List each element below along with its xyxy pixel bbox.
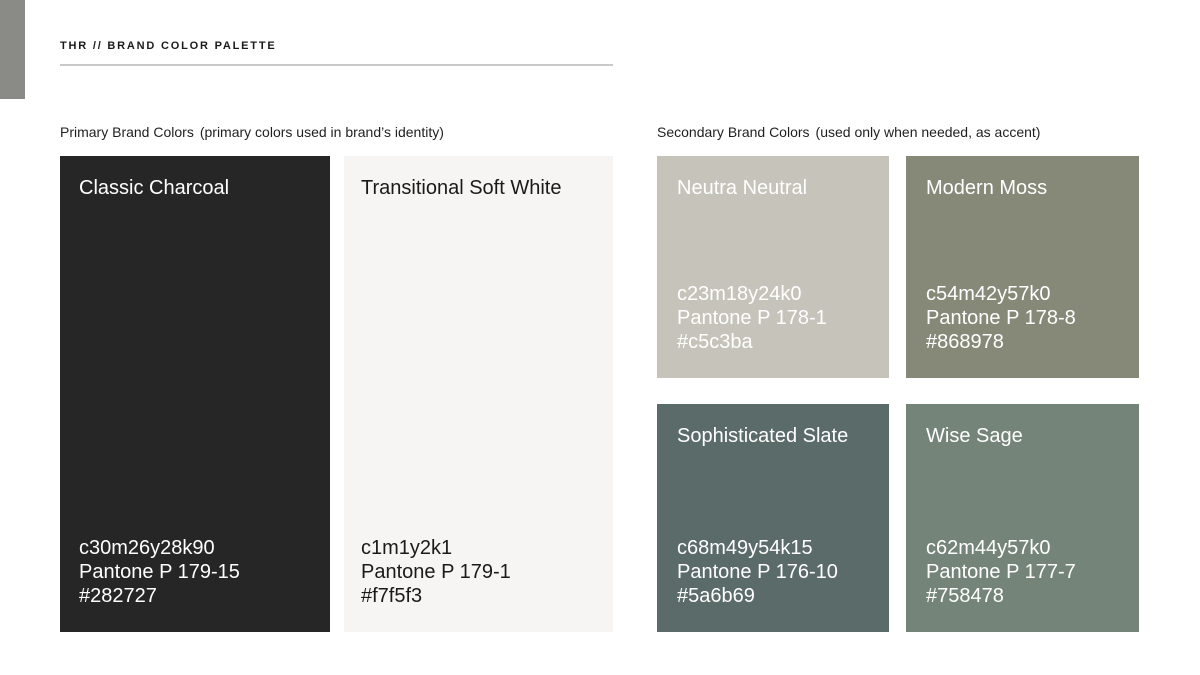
swatch-pantone: Pantone P 176-10 bbox=[677, 561, 838, 583]
swatch-name: Modern Moss bbox=[926, 177, 1048, 199]
swatch-pantone: Pantone P 178-8 bbox=[926, 307, 1076, 329]
swatch-hex: #5a6b69 bbox=[677, 585, 755, 607]
swatch-name: Sophisticated Slate bbox=[677, 425, 849, 447]
swatch-name: Classic Charcoal bbox=[79, 177, 230, 199]
swatch-hex: #f7f5f3 bbox=[361, 585, 423, 607]
swatch-codes: c54m42y57k0 Pantone P 178-8 #868978 bbox=[926, 282, 1076, 354]
swatch-codes: c62m44y57k0 Pantone P 177-7 #758478 bbox=[926, 536, 1076, 608]
swatch-name: Wise Sage bbox=[926, 425, 1023, 447]
swatch-sophisticated-slate: Sophisticated Slate c68m49y54k15 Pantone… bbox=[657, 404, 889, 632]
swatch-pantone: Pantone P 179-15 bbox=[79, 561, 240, 583]
swatch-name: Neutra Neutral bbox=[677, 177, 808, 199]
swatch-classic-charcoal: Classic Charcoal c30m26y28k90 Pantone P … bbox=[60, 156, 330, 632]
swatch-hex: #c5c3ba bbox=[677, 331, 753, 353]
secondary-label-note: (used only when needed, as accent) bbox=[815, 124, 1041, 140]
corner-tab bbox=[0, 0, 25, 99]
swatch-wise-sage: Wise Sage c62m44y57k0 Pantone P 177-7 #7… bbox=[906, 404, 1139, 632]
swatch-cmyk: c62m44y57k0 bbox=[926, 537, 1051, 559]
swatch-cmyk: c30m26y28k90 bbox=[79, 537, 215, 559]
swatch-codes: c30m26y28k90 Pantone P 179-15 #282727 bbox=[79, 536, 240, 608]
secondary-section-label: Secondary Brand Colors (used only when ne… bbox=[657, 124, 1040, 140]
swatch-cmyk: c54m42y57k0 bbox=[926, 283, 1051, 305]
swatch-name: Transitional Soft White bbox=[361, 177, 562, 199]
primary-label-text: Primary Brand Colors bbox=[60, 124, 194, 140]
secondary-label-text: Secondary Brand Colors bbox=[657, 124, 810, 140]
swatch-pantone: Pantone P 179-1 bbox=[361, 561, 511, 583]
primary-label-note: (primary colors used in brand’s identity… bbox=[199, 124, 444, 140]
swatch-cmyk: c1m1y2k1 bbox=[361, 537, 453, 559]
swatch-hex: #758478 bbox=[926, 585, 1004, 607]
swatch-hex: #282727 bbox=[79, 585, 157, 607]
swatch-cmyk: c23m18y24k0 bbox=[677, 283, 802, 305]
swatch-transitional-soft-white: Transitional Soft White c1m1y2k1 Pantone… bbox=[344, 156, 613, 632]
swatch-codes: c1m1y2k1 Pantone P 179-1 #f7f5f3 bbox=[361, 536, 511, 608]
page-title: THR // BRAND COLOR PALETTE bbox=[60, 40, 277, 52]
swatch-cmyk: c68m49y54k15 bbox=[677, 537, 813, 559]
header-divider bbox=[60, 64, 613, 66]
swatch-pantone: Pantone P 178-1 bbox=[677, 307, 827, 329]
swatch-codes: c68m49y54k15 Pantone P 176-10 #5a6b69 bbox=[677, 536, 838, 608]
swatch-pantone: Pantone P 177-7 bbox=[926, 561, 1076, 583]
primary-section-label: Primary Brand Colors (primary colors used… bbox=[60, 124, 444, 140]
swatch-codes: c23m18y24k0 Pantone P 178-1 #c5c3ba bbox=[677, 282, 827, 354]
swatch-hex: #868978 bbox=[926, 331, 1004, 353]
swatch-modern-moss: Modern Moss c54m42y57k0 Pantone P 178-8 … bbox=[906, 156, 1139, 378]
swatch-neutra-neutral: Neutra Neutral c23m18y24k0 Pantone P 178… bbox=[657, 156, 889, 378]
